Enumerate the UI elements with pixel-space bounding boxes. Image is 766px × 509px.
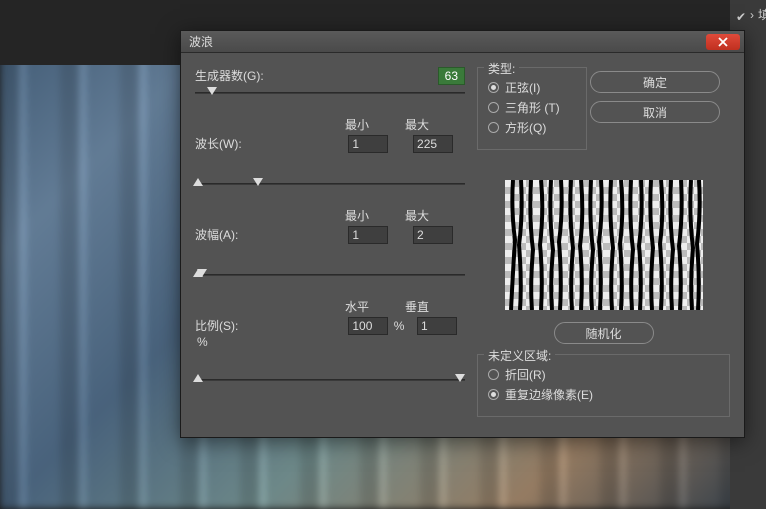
max-label: 最大 (405, 116, 429, 133)
wavelength-max-input[interactable] (413, 135, 453, 153)
wrap-radio[interactable]: 折回(R) (488, 366, 719, 383)
type-square-radio[interactable]: 方形(Q) (488, 119, 576, 136)
check-icon: ✔ (736, 10, 746, 20)
titlebar[interactable]: 波浪 (181, 31, 744, 53)
type-legend: 类型: (484, 60, 519, 77)
amplitude-label: 波幅(A): (195, 226, 271, 243)
generators-label: 生成器数(G): (195, 67, 271, 84)
min-label: 最小 (345, 207, 369, 224)
close-button[interactable] (706, 34, 740, 50)
generators-value[interactable]: 63 (438, 67, 465, 85)
dialog-title: 波浪 (185, 33, 706, 50)
chevron-icon: › (750, 8, 754, 22)
layer-label: 填充 (758, 6, 766, 23)
wavelength-label: 波长(W): (195, 135, 271, 152)
vert-label: 垂直 (405, 298, 429, 315)
close-icon (718, 37, 728, 47)
min-label: 最小 (345, 116, 369, 133)
max-label: 最大 (405, 207, 429, 224)
wavelength-slider[interactable] (195, 175, 465, 193)
undefined-fieldset: 未定义区域: 折回(R) 重复边缘像素(E) (477, 354, 730, 417)
amplitude-max-input[interactable] (413, 226, 453, 244)
amplitude-min-input[interactable] (348, 226, 388, 244)
type-triangle-radio[interactable]: 三角形 (T) (488, 99, 576, 116)
type-fieldset: 类型: 正弦(I) 三角形 (T) 方形(Q) (477, 67, 587, 150)
generators-slider[interactable] (195, 84, 465, 102)
horiz-label: 水平 (345, 298, 369, 315)
repeat-radio[interactable]: 重复边缘像素(E) (488, 386, 719, 403)
preview (505, 180, 703, 310)
wavelength-min-input[interactable] (348, 135, 388, 153)
pct-label: % (197, 335, 208, 349)
type-sine-radio[interactable]: 正弦(I) (488, 79, 576, 96)
layer-item[interactable]: ✔ › 填充 (734, 4, 762, 25)
scale-slider[interactable] (195, 371, 465, 389)
wave-dialog: 波浪 生成器数(G): 63 最小 最大 波长(W): (180, 30, 745, 438)
ok-button[interactable]: 确定 (590, 71, 720, 93)
scale-vert-input[interactable] (417, 317, 457, 335)
scale-horiz-input[interactable] (348, 317, 388, 335)
cancel-button[interactable]: 取消 (590, 101, 720, 123)
undefined-legend: 未定义区域: (484, 347, 555, 364)
amplitude-slider[interactable] (195, 266, 465, 284)
pct-label: % (394, 319, 405, 333)
randomize-button[interactable]: 随机化 (554, 322, 654, 344)
scale-label: 比例(S): (195, 317, 271, 334)
